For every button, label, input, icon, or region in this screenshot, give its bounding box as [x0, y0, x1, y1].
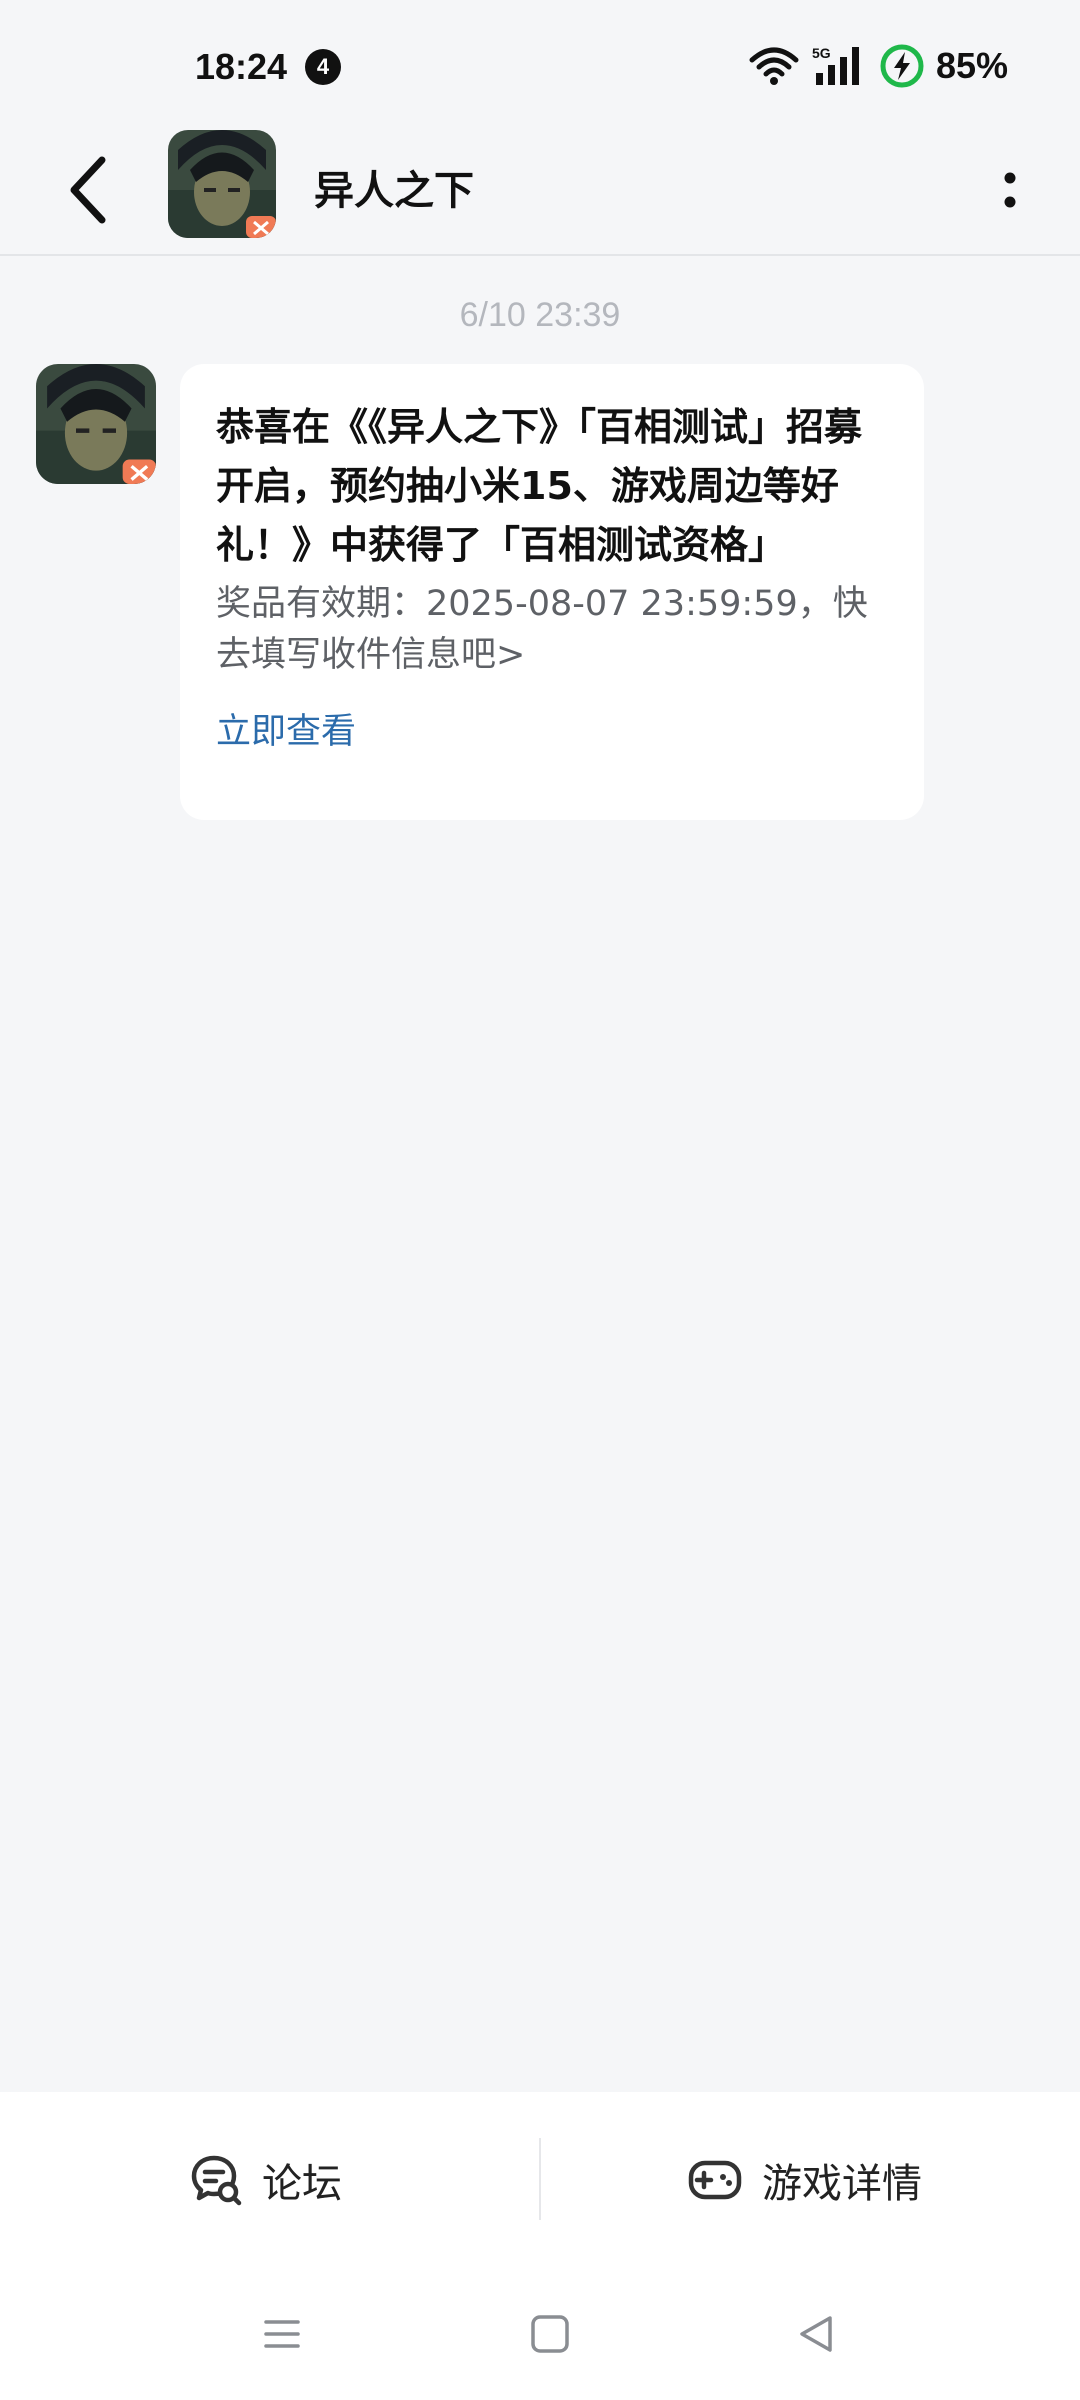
- more-options-button[interactable]: [980, 154, 1040, 226]
- message-body[interactable]: 奖品有效期：2025-08-07 23:59:59，快去填写收件信息吧>: [216, 579, 888, 681]
- forum-label: 论坛: [262, 2161, 342, 2207]
- back-icon: [70, 156, 106, 224]
- home-icon: [531, 2315, 569, 2353]
- nav-back-icon: [800, 2316, 832, 2352]
- more-icon: [1004, 172, 1016, 208]
- game-details-button[interactable]: 游戏详情: [688, 2092, 922, 2268]
- bottom-action-bar: 论坛 游戏详情: [0, 2092, 1080, 2268]
- home-button[interactable]: [526, 2310, 574, 2358]
- chat-header: 异人之下: [0, 128, 1080, 256]
- sender-avatar[interactable]: [36, 364, 156, 484]
- menu-button[interactable]: [258, 2310, 306, 2358]
- header-avatar[interactable]: [168, 130, 276, 238]
- wifi-icon: [749, 47, 799, 85]
- status-bar: 18:24 4 5G 85%: [0, 0, 1080, 128]
- nav-back-button[interactable]: [792, 2310, 840, 2358]
- network-label: 5G: [812, 45, 831, 61]
- bar-divider: [539, 2138, 541, 2220]
- back-button[interactable]: [58, 150, 122, 230]
- status-time: 18:24: [195, 46, 288, 87]
- message-bubble[interactable]: 恭喜在《《异人之下》「百相测试」招募开启，预约抽小米15、游戏周边等好礼！》中获…: [180, 364, 924, 820]
- game-details-label: 游戏详情: [762, 2161, 922, 2207]
- forum-button[interactable]: 论坛: [190, 2092, 342, 2268]
- message-timestamp: 6/10 23:39: [459, 296, 621, 334]
- notification-badge: 4: [305, 49, 341, 85]
- menu-icon: [264, 2320, 300, 2348]
- page-title: 异人之下: [314, 168, 474, 214]
- status-icons: 5G 85%: [748, 40, 1008, 92]
- message-title: 恭喜在《《异人之下》「百相测试」招募开启，预约抽小米15、游戏周边等好礼！》中获…: [216, 405, 863, 567]
- battery-percent: 85%: [935, 45, 1008, 86]
- system-nav-bar: [0, 2268, 1080, 2400]
- gamepad-icon: [688, 2160, 742, 2200]
- battery-icon: [880, 44, 924, 88]
- forum-icon: [191, 2155, 242, 2206]
- game-avatar-image: [168, 130, 276, 238]
- signal-icon: 5G: [812, 45, 859, 85]
- game-avatar-image: [36, 364, 156, 484]
- view-now-link[interactable]: 立即查看: [216, 703, 888, 754]
